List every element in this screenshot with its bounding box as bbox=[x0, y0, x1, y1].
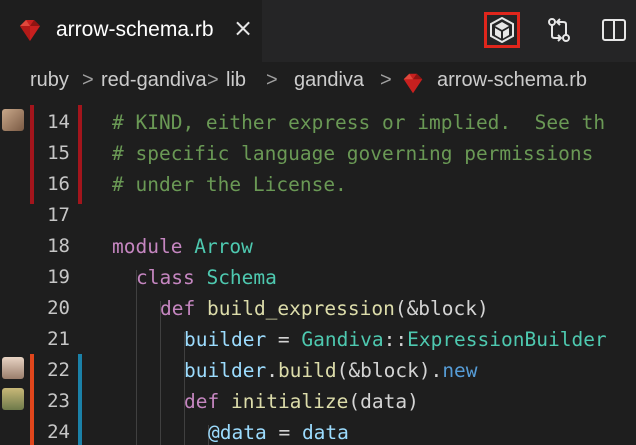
breadcrumb-item-ruby[interactable]: ruby bbox=[30, 69, 69, 92]
breadcrumb-separator: > bbox=[207, 69, 219, 91]
code-comment: # KIND, either express or implied. See t… bbox=[112, 111, 606, 134]
operator: . bbox=[266, 359, 278, 382]
breadcrumb-separator: > bbox=[266, 69, 278, 91]
code-line[interactable]: 20 def build_expression(&block) bbox=[0, 293, 636, 324]
variable: builder bbox=[184, 328, 267, 351]
operator: = bbox=[266, 328, 302, 351]
line-number: 22 bbox=[47, 359, 70, 381]
class-name: Gandiva bbox=[301, 328, 384, 351]
breadcrumb: ruby > red-gandiva > lib > gandiva > arr… bbox=[0, 62, 636, 102]
line-number: 21 bbox=[47, 328, 70, 350]
breadcrumb-separator: > bbox=[380, 69, 392, 91]
keyword: def bbox=[184, 390, 220, 413]
ruby-gem-icon bbox=[403, 73, 423, 94]
code-args: (data) bbox=[348, 390, 419, 413]
line-number: 18 bbox=[47, 235, 70, 257]
line-number: 23 bbox=[47, 390, 70, 412]
breadcrumb-item-gandiva[interactable]: gandiva bbox=[294, 69, 364, 92]
line-number: 19 bbox=[47, 266, 70, 288]
cube-extension-button[interactable] bbox=[484, 12, 520, 48]
line-number: 20 bbox=[47, 297, 70, 319]
code-text: builder = Gandiva::ExpressionBuilder bbox=[184, 324, 607, 355]
breadcrumb-item-lib[interactable]: lib bbox=[226, 69, 246, 92]
code-line[interactable]: 23 def initialize(data) bbox=[0, 386, 636, 417]
breadcrumb-item-red-gandiva[interactable]: red-gandiva bbox=[101, 69, 207, 92]
code-text: builder.build(&block).new bbox=[184, 355, 478, 386]
class-name: Schema bbox=[206, 266, 277, 289]
code-comment: # under the License. bbox=[112, 173, 347, 196]
class-name: ExpressionBuilder bbox=[407, 328, 607, 351]
line-number: 15 bbox=[47, 142, 70, 164]
function-name: build bbox=[277, 359, 337, 382]
code-editor[interactable]: 14 # KIND, either express or implied. Se… bbox=[0, 102, 636, 445]
function-name: build_expression bbox=[206, 297, 395, 320]
line-number: 17 bbox=[47, 204, 70, 226]
code-line[interactable]: 14 # KIND, either express or implied. Se… bbox=[0, 107, 636, 138]
keyword: def bbox=[160, 297, 196, 320]
close-icon[interactable]: × bbox=[232, 16, 254, 40]
tab-arrow-schema[interactable]: arrow-schema.rb × bbox=[0, 0, 262, 62]
module-name: Arrow bbox=[194, 235, 253, 258]
code-text: module Arrow bbox=[112, 231, 253, 262]
code-line[interactable]: 21 builder = Gandiva::ExpressionBuilder bbox=[0, 324, 636, 355]
line-number: 24 bbox=[47, 421, 70, 443]
variable: data bbox=[301, 421, 349, 444]
instance-variable: @data bbox=[208, 421, 267, 444]
code-line[interactable]: 24 @data = data bbox=[0, 417, 636, 445]
ruby-gem-icon bbox=[20, 20, 40, 41]
editor-tab-bar: arrow-schema.rb × bbox=[0, 0, 636, 62]
breadcrumb-separator: > bbox=[82, 69, 94, 91]
function-name: initialize bbox=[230, 390, 349, 413]
code-text: @data = data bbox=[208, 417, 349, 445]
compare-changes-button[interactable] bbox=[541, 12, 577, 48]
code-comment: # specific language governing permission… bbox=[112, 142, 606, 165]
code-line[interactable]: 18 module Arrow bbox=[0, 231, 636, 262]
code-line[interactable]: 16 # under the License. bbox=[0, 169, 636, 200]
keyword: module bbox=[112, 235, 183, 258]
tab-label: arrow-schema.rb bbox=[56, 18, 214, 41]
code-args: (&block) bbox=[394, 297, 489, 320]
line-number: 14 bbox=[47, 111, 70, 133]
code-line[interactable]: 15 # specific language governing permiss… bbox=[0, 138, 636, 169]
code-line[interactable]: 22 builder.build(&block).new bbox=[0, 355, 636, 386]
split-editor-button[interactable] bbox=[596, 12, 632, 48]
code-text: class Schema bbox=[136, 262, 277, 293]
breadcrumb-item-file[interactable]: arrow-schema.rb bbox=[437, 69, 587, 92]
keyword-new: new bbox=[442, 359, 478, 382]
code-text: def initialize(data) bbox=[184, 386, 419, 417]
variable: builder bbox=[184, 359, 267, 382]
line-number: 16 bbox=[47, 173, 70, 195]
code-args: (&block). bbox=[336, 359, 443, 382]
code-line[interactable]: 17 bbox=[0, 200, 636, 231]
code-line[interactable]: 19 class Schema bbox=[0, 262, 636, 293]
scope-operator: :: bbox=[383, 328, 408, 351]
keyword: class bbox=[136, 266, 195, 289]
operator: = bbox=[266, 421, 302, 444]
compare-changes-icon bbox=[548, 18, 570, 42]
cube-extension-icon bbox=[490, 17, 514, 43]
code-text: def build_expression(&block) bbox=[160, 293, 489, 324]
split-editor-icon bbox=[602, 19, 626, 41]
